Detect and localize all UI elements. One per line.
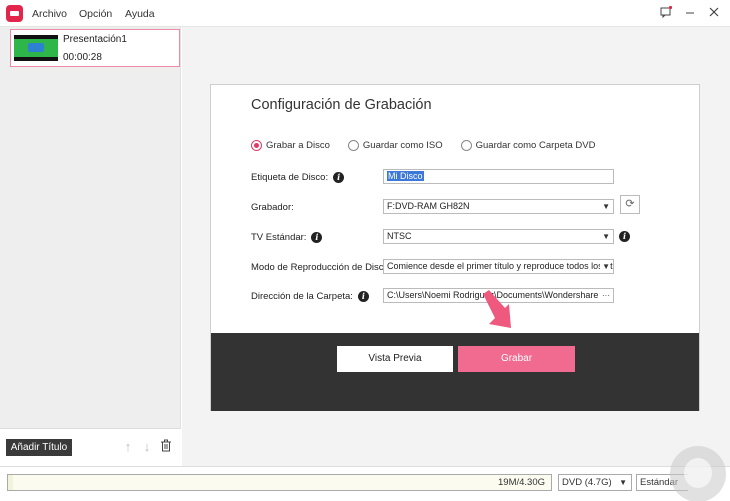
- menu-opcion[interactable]: Opción: [79, 8, 112, 20]
- status-bar: 19M/4.30G DVD (4.7G) ▼ Estándar: [0, 466, 730, 501]
- trash-icon[interactable]: [159, 439, 173, 455]
- feedback-icon[interactable]: [660, 5, 673, 19]
- watermark-logo: [670, 446, 726, 501]
- clip-name: Presentación1: [63, 34, 127, 45]
- clip-toolbar: Añadir Título ↑ ↓: [0, 428, 181, 466]
- radio-icon: [347, 140, 359, 151]
- radio-save-as-dvd-folder[interactable]: Guardar como Carpeta DVD: [460, 140, 595, 151]
- app-logo-icon: [6, 5, 23, 22]
- menu-ayuda[interactable]: Ayuda: [125, 8, 155, 20]
- info-icon[interactable]: i: [311, 232, 323, 243]
- folder-path-label: Dirección de la Carpeta: i: [251, 291, 369, 302]
- tv-standard-label: TV Estándar: i: [251, 232, 323, 243]
- output-type-group: Grabar a Disco Guardar como ISO Guardar …: [251, 140, 613, 151]
- capacity-fill: [8, 475, 14, 490]
- playback-mode-select[interactable]: Comience desde el primer título y reprod…: [383, 259, 614, 274]
- chevron-down-icon: ▼: [602, 202, 610, 211]
- clip-duration: 00:00:28: [63, 52, 102, 63]
- disc-label-input[interactable]: Mi Disco: [383, 169, 614, 184]
- main-area: Configuración de Grabación Grabar a Disc…: [182, 27, 730, 466]
- preview-button[interactable]: Vista Previa: [337, 346, 453, 372]
- capacity-text: 19M/4.30G: [498, 477, 545, 488]
- disc-label-label: Etiqueta de Disco: i: [251, 172, 345, 183]
- browse-icon[interactable]: ···: [600, 289, 610, 302]
- burner-label: Grabador:: [251, 202, 294, 213]
- minimize-icon[interactable]: [684, 6, 696, 18]
- refresh-icon[interactable]: ⟳: [620, 195, 640, 214]
- move-down-icon[interactable]: ↓: [140, 439, 154, 455]
- close-icon[interactable]: [708, 6, 720, 18]
- add-title-button[interactable]: Añadir Título: [6, 439, 72, 456]
- chevron-down-icon: ▼: [619, 478, 627, 487]
- disc-type-select[interactable]: DVD (4.7G) ▼: [558, 474, 632, 491]
- burn-button[interactable]: Grabar: [458, 346, 575, 372]
- info-icon[interactable]: i: [619, 231, 630, 242]
- dialog-footer: Vista Previa Grabar: [211, 333, 699, 411]
- info-icon[interactable]: i: [333, 172, 345, 183]
- pointer-arrow-icon: [483, 290, 511, 328]
- playback-mode-label: Modo de Reproducción de Disco:: [251, 262, 392, 273]
- chevron-down-icon: ▼: [600, 260, 610, 273]
- capacity-bar: 19M/4.30G: [7, 474, 552, 491]
- radio-burn-to-disc[interactable]: Grabar a Disco: [251, 140, 330, 151]
- title-bar: Archivo Opción Ayuda: [0, 0, 730, 27]
- chevron-down-icon: ▼: [602, 232, 610, 241]
- tv-standard-select[interactable]: NTSC ▼: [383, 229, 614, 244]
- clip-list-panel: Presentación1 00:00:28: [0, 27, 181, 466]
- info-icon[interactable]: i: [357, 291, 369, 302]
- clip-thumbnail: [14, 35, 58, 61]
- radio-save-as-iso[interactable]: Guardar como ISO: [347, 140, 443, 151]
- move-up-icon[interactable]: ↑: [121, 439, 135, 455]
- dialog-title: Configuración de Grabación: [251, 97, 432, 113]
- clip-item[interactable]: Presentación1 00:00:28: [10, 29, 180, 67]
- menu-archivo[interactable]: Archivo: [32, 8, 67, 20]
- radio-selected-icon: [251, 140, 262, 151]
- burn-settings-dialog: Configuración de Grabación Grabar a Disc…: [210, 84, 700, 411]
- burner-select[interactable]: F:DVD-RAM GH82N ▼: [383, 199, 614, 214]
- radio-icon: [460, 140, 472, 151]
